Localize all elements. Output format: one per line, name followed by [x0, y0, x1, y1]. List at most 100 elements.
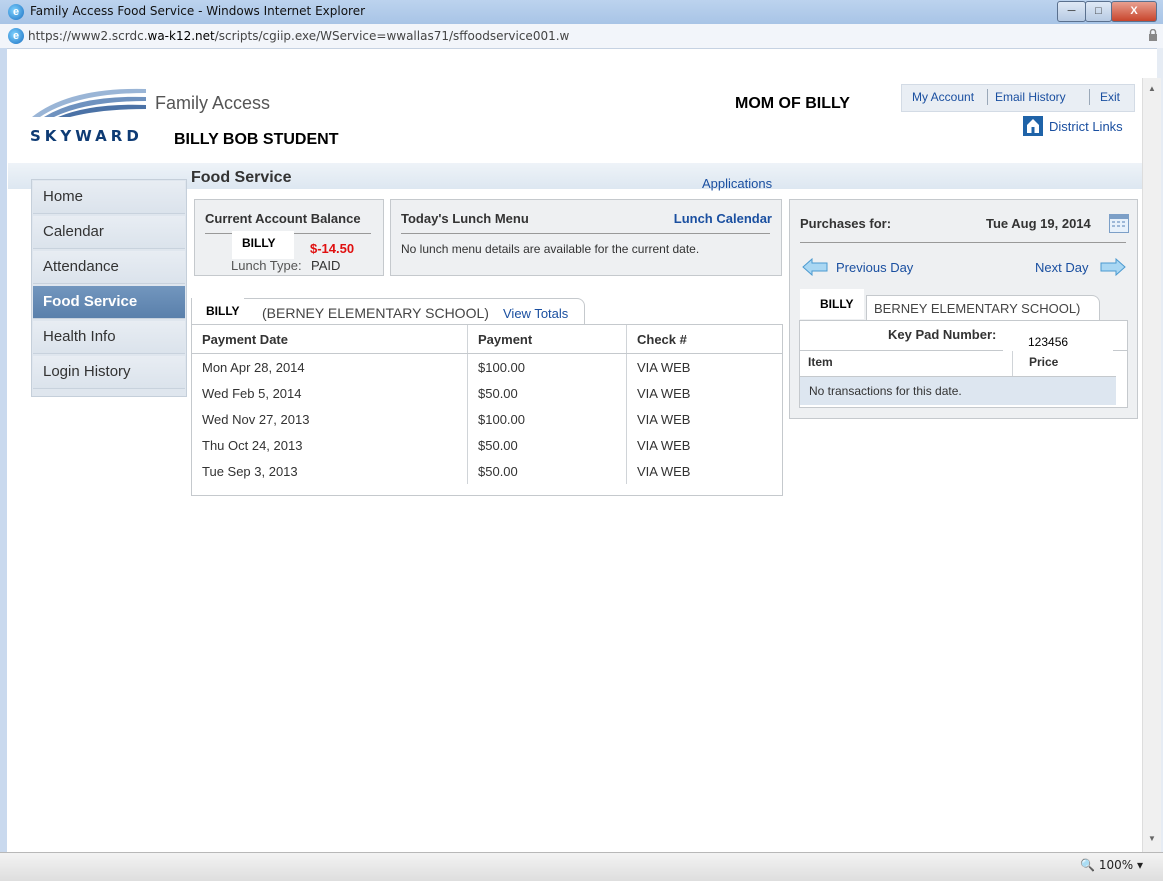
email-history-link[interactable]: Email History [995, 90, 1066, 104]
window-title-bar: e Family Access Food Service - Windows I… [0, 0, 1163, 25]
zoom-level: 100% [1098, 858, 1134, 872]
lunch-menu-heading: Today's Lunch Menu [401, 211, 529, 226]
my-account-link[interactable]: My Account [912, 90, 974, 104]
sidebar-item-home[interactable]: Home [33, 181, 185, 214]
sidebar: Home Calendar Attendance Food Service He… [31, 179, 187, 397]
column-header: Payment Date [192, 325, 468, 354]
payment-amount: $100.00 [467, 353, 627, 380]
column-divider [1012, 351, 1013, 376]
payment-check: VIA WEB [637, 411, 691, 427]
balance-amount: $-14.50 [310, 241, 355, 256]
purchases-table: Key Pad Number: Item Price 123456 No tra… [799, 320, 1128, 408]
purchases-date: Tue Aug 19, 2014 [986, 216, 1091, 231]
close-icon[interactable]: X [1111, 1, 1157, 22]
school-name: (BERNEY ELEMENTARY SCHOOL) [262, 305, 489, 321]
maximize-icon[interactable]: □ [1085, 1, 1112, 22]
payment-check: VIA WEB [637, 359, 691, 375]
payment-amount: $100.00 [467, 406, 627, 432]
lock-icon [1149, 29, 1157, 41]
arrow-right-icon [1100, 258, 1126, 276]
school-building-icon [1023, 116, 1043, 136]
sidebar-item-food-service[interactable]: Food Service [33, 286, 185, 319]
purchases-heading: Purchases for: [800, 216, 892, 231]
status-bar [0, 852, 1163, 881]
address-bar[interactable]: e https://www2.scrdc.wa-k12.net/scripts/… [0, 24, 1163, 49]
window-frame-left [0, 48, 7, 880]
url-text: https://www2.scrdc.wa-k12.net/scripts/cg… [28, 29, 570, 43]
zoom-control[interactable]: 🔍 100% ▾ [1080, 858, 1143, 872]
lunch-type-value: PAID [311, 258, 341, 273]
app-name: Family Access [155, 93, 271, 113]
payment-amount: $50.00 [467, 380, 627, 406]
keypad-number: 123456 [1003, 321, 1113, 351]
lunch-type-label: Lunch Type: [231, 258, 302, 273]
payment-amount: $50.00 [467, 432, 627, 458]
divider [401, 233, 770, 234]
payment-date: Wed Feb 5, 2014 [192, 380, 468, 406]
applications-link[interactable]: Applications [702, 176, 772, 191]
page-icon: e [8, 28, 24, 44]
page-content: SKYWARD Family Access BILLY BOB STUDENT … [8, 79, 1142, 851]
lunch-calendar-link[interactable]: Lunch Calendar [674, 211, 772, 226]
column-header-item: Item [808, 355, 833, 369]
student-name: BILLY BOB STUDENT [174, 131, 339, 148]
skyward-logo-swoosh [32, 88, 146, 117]
divider [800, 242, 1126, 243]
student-name-label: BILLY [800, 289, 864, 319]
calendar-picker-icon[interactable] [1109, 214, 1129, 233]
previous-day-label: Previous Day [836, 260, 914, 275]
table-row: Wed Nov 27, 2013 $100.00 VIA WEB [192, 406, 782, 432]
table-row: Mon Apr 28, 2014 $100.00 VIA WEB [192, 353, 782, 380]
nav-divider [1089, 89, 1090, 105]
payment-date: Tue Sep 3, 2013 [192, 458, 468, 484]
table-row: Wed Feb 5, 2014 $50.00 VIA WEB [192, 380, 782, 406]
page-title: Food Service [191, 169, 292, 186]
zoom-icon: 🔍 [1080, 858, 1096, 872]
scroll-down-icon[interactable]: ▼ [1148, 834, 1156, 843]
table-header-row: Payment Date Payment Check # [192, 325, 782, 354]
column-header: Check # [626, 325, 782, 354]
lunch-menu-message: No lunch menu details are available for … [401, 242, 700, 256]
table-row: Tue Sep 3, 2013 $50.00 VIA WEB [192, 458, 782, 484]
window-controls: ─ □ X [1057, 1, 1157, 22]
student-tab[interactable]: (BERNEY ELEMENTARY SCHOOL) View Totals B… [191, 295, 585, 325]
vertical-scrollbar[interactable]: ▲ ▼ [1142, 78, 1161, 852]
account-balance-panel: Current Account Balance $-14.50 Lunch Ty… [194, 199, 384, 276]
payment-date: Wed Nov 27, 2013 [192, 406, 468, 432]
no-transactions-message: No transactions for this date. [800, 376, 1116, 405]
view-totals-link[interactable]: View Totals [503, 306, 568, 321]
nav-divider [987, 89, 988, 105]
window-title: Family Access Food Service - Windows Int… [30, 4, 366, 18]
payment-date: Thu Oct 24, 2013 [192, 432, 468, 458]
internet-explorer-icon: e [8, 4, 24, 20]
sidebar-item-calendar[interactable]: Calendar [33, 216, 185, 249]
payment-check: VIA WEB [637, 437, 691, 453]
table-row: Thu Oct 24, 2013 $50.00 VIA WEB [192, 432, 782, 458]
purchases-student-tab[interactable]: BERNEY ELEMENTARY SCHOOL) BILLY [790, 289, 1100, 321]
keypad-label: Key Pad Number: [888, 327, 997, 342]
payment-check: VIA WEB [637, 463, 691, 479]
page-header: SKYWARD Family Access BILLY BOB STUDENT … [8, 79, 1142, 163]
scroll-up-icon[interactable]: ▲ [1148, 84, 1156, 93]
column-header-price: Price [1029, 355, 1059, 369]
exit-link[interactable]: Exit [1100, 90, 1120, 104]
sidebar-item-attendance[interactable]: Attendance [33, 251, 185, 284]
payment-date: Mon Apr 28, 2014 [192, 353, 468, 380]
parent-name: MOM OF BILLY [735, 95, 850, 112]
sidebar-item-health-info[interactable]: Health Info [33, 321, 185, 354]
student-name-label: BILLY [192, 295, 244, 325]
payment-amount: $50.00 [467, 458, 627, 484]
top-nav: My Account Email History Exit [901, 84, 1135, 112]
lunch-menu-panel: Today's Lunch Menu Lunch Calendar No lun… [390, 199, 782, 276]
student-name-label: BILLY [232, 231, 294, 259]
district-links-label: District Links [1049, 119, 1123, 134]
purchases-panel: Purchases for: Tue Aug 19, 2014 Previous… [789, 199, 1138, 419]
minimize-icon[interactable]: ─ [1057, 1, 1086, 22]
skyward-logo: SKYWARD [30, 127, 143, 145]
payments-table: Payment Date Payment Check # Mon Apr 28,… [191, 324, 783, 496]
balance-heading: Current Account Balance [205, 211, 361, 226]
column-header: Payment [467, 325, 627, 354]
school-name: BERNEY ELEMENTARY SCHOOL) [874, 301, 1081, 316]
sidebar-item-login-history[interactable]: Login History [33, 356, 185, 389]
payment-check: VIA WEB [637, 385, 691, 401]
